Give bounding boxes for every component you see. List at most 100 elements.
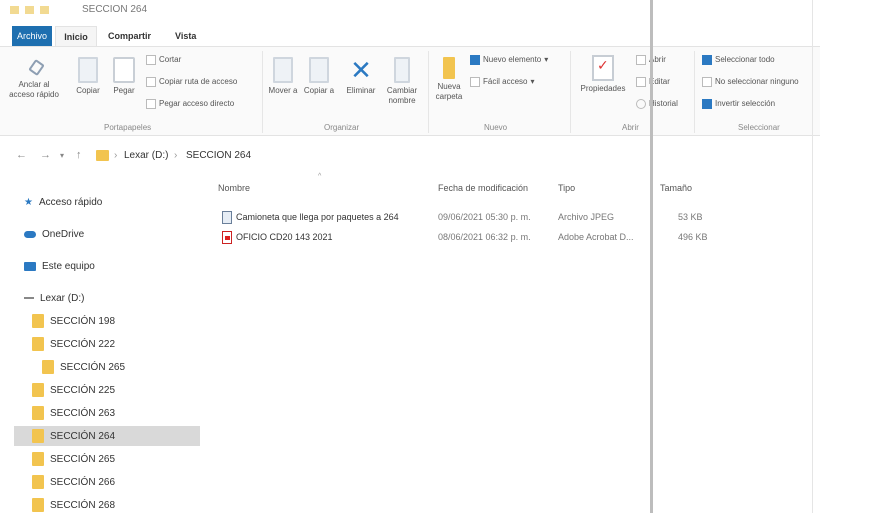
pin-icon bbox=[27, 61, 41, 77]
breadcrumb-drive[interactable]: Lexar (D:) bbox=[124, 150, 168, 161]
nav-onedrive-label: OneDrive bbox=[42, 228, 85, 240]
breadcrumb-separator: › bbox=[114, 150, 118, 161]
new-folder-icon bbox=[443, 57, 455, 79]
forward-arrow-icon[interactable]: → bbox=[40, 149, 51, 161]
paste-shortcut-button[interactable]: Pegar acceso directo bbox=[146, 99, 234, 109]
file-date: 08/06/2021 06:32 p. m. bbox=[438, 232, 531, 242]
new-folder-button[interactable]: Nueva carpeta bbox=[432, 57, 466, 102]
folder-icon bbox=[32, 452, 44, 466]
nav-folder-label: SECCIÓN 268 bbox=[50, 499, 116, 511]
rename-label: Cambiar nombre bbox=[386, 86, 418, 105]
select-none-button[interactable]: No seleccionar ninguno bbox=[702, 77, 799, 87]
nav-folder[interactable]: SECCIÓN 222 bbox=[32, 334, 115, 354]
nav-folder[interactable]: SECCIÓN 198 bbox=[32, 311, 115, 331]
open-group-label: Abrir bbox=[622, 123, 639, 132]
chevron-down-icon: ▾ bbox=[544, 55, 549, 64]
edit-icon bbox=[636, 77, 646, 87]
select-all-button[interactable]: Seleccionar todo bbox=[702, 55, 775, 65]
folder-icon bbox=[10, 6, 19, 14]
tab-file[interactable]: Archivo bbox=[12, 26, 52, 46]
select-none-icon bbox=[702, 77, 712, 87]
invert-selection-button[interactable]: Invertir selección bbox=[702, 99, 775, 109]
clipboard-icon bbox=[113, 57, 135, 83]
divider bbox=[262, 51, 263, 133]
new-item-label: Nuevo elemento bbox=[483, 55, 542, 64]
nav-quick-access[interactable]: ★ Acceso rápido bbox=[24, 192, 102, 212]
folder-icon bbox=[40, 6, 49, 14]
navigation-pane: ★ Acceso rápido OneDrive Este equipo Lex… bbox=[0, 180, 205, 513]
file-name: Camioneta que llega por paquetes a 264 bbox=[236, 212, 399, 222]
nav-this-pc-label: Este equipo bbox=[42, 260, 95, 272]
copy-label: Copiar bbox=[76, 86, 100, 95]
paste-button[interactable]: Pegar bbox=[108, 57, 140, 96]
copy-button[interactable]: Copiar bbox=[72, 57, 104, 96]
file-size: 496 KB bbox=[678, 232, 708, 242]
nav-folder[interactable]: SECCIÓN 265 bbox=[32, 449, 115, 469]
pdf-file-icon bbox=[222, 231, 232, 244]
path-icon bbox=[146, 77, 156, 87]
organize-group-label: Organizar bbox=[324, 123, 360, 132]
chevron-down-icon[interactable]: ▾ bbox=[60, 151, 64, 160]
new-folder-label: Nueva carpeta bbox=[435, 82, 463, 101]
tab-view[interactable]: Vista bbox=[175, 26, 196, 46]
folder-icon bbox=[32, 429, 44, 443]
properties-button[interactable]: Propiedades bbox=[572, 55, 634, 94]
image-file-icon bbox=[222, 211, 232, 224]
move-to-button[interactable]: Mover a bbox=[268, 57, 298, 96]
file-type: Archivo JPEG bbox=[558, 212, 615, 222]
select-all-label: Seleccionar todo bbox=[715, 55, 775, 64]
nav-this-pc[interactable]: Este equipo bbox=[24, 256, 95, 276]
paste-label: Pegar bbox=[113, 86, 135, 95]
nav-folder[interactable]: SECCIÓN 266 bbox=[32, 472, 115, 492]
file-row[interactable]: OFICIO CD20 143 2021 08/06/2021 06:32 p.… bbox=[218, 228, 708, 248]
column-header-type[interactable]: Tipo bbox=[558, 183, 575, 193]
tab-home[interactable]: Inicio bbox=[55, 26, 97, 46]
column-header-size[interactable]: Tamaño bbox=[660, 183, 692, 193]
title-bar: SECCION 264 bbox=[0, 0, 878, 22]
nav-folder[interactable]: SECCIÓN 263 bbox=[32, 403, 115, 423]
folder-icon bbox=[32, 498, 44, 512]
copy-path-button[interactable]: Copiar ruta de acceso bbox=[146, 77, 237, 87]
pin-quick-access-button[interactable]: Anclar al acceso rápido bbox=[6, 61, 62, 100]
nav-folder[interactable]: SECCIÓN 265 bbox=[42, 357, 125, 377]
delete-button[interactable]: ✕ Eliminar bbox=[340, 57, 382, 96]
cut-button[interactable]: Cortar bbox=[146, 55, 181, 65]
quick-access-toolbar bbox=[10, 6, 49, 14]
nav-folder-label: SECCIÓN 222 bbox=[50, 338, 116, 350]
nav-folder-selected[interactable]: SECCIÓN 264 bbox=[14, 426, 200, 446]
nav-folder[interactable]: SECCIÓN 225 bbox=[32, 380, 115, 400]
history-button[interactable]: Historial bbox=[636, 99, 678, 109]
up-arrow-icon[interactable]: ↑ bbox=[76, 149, 82, 161]
clipboard-group-label: Portapapeles bbox=[104, 123, 152, 132]
tab-share[interactable]: Compartir bbox=[108, 26, 151, 46]
folder-icon bbox=[32, 406, 44, 420]
file-type: Adobe Acrobat D... bbox=[558, 232, 634, 242]
computer-icon bbox=[24, 261, 36, 271]
shortcut-icon bbox=[146, 99, 156, 109]
file-row[interactable]: Camioneta que llega por paquetes a 264 0… bbox=[218, 208, 703, 228]
easy-access-label: Fácil acceso bbox=[483, 77, 528, 86]
new-item-button[interactable]: Nuevo elemento ▾ bbox=[470, 55, 548, 65]
easy-access-button[interactable]: Fácil acceso ▾ bbox=[470, 77, 534, 87]
folder-icon bbox=[32, 475, 44, 489]
properties-label: Propiedades bbox=[580, 84, 626, 93]
nav-drive[interactable]: Lexar (D:) bbox=[24, 288, 84, 308]
select-group-label: Seleccionar bbox=[738, 123, 780, 132]
nav-drive-label: Lexar (D:) bbox=[40, 292, 85, 304]
column-header-name[interactable]: Nombre bbox=[218, 183, 250, 193]
file-list: ^ Nombre Fecha de modificación Tipo Tama… bbox=[210, 170, 708, 513]
column-header-date[interactable]: Fecha de modificación bbox=[438, 183, 528, 193]
copy-to-button[interactable]: Copiar a bbox=[302, 57, 336, 96]
cloud-icon bbox=[24, 230, 36, 238]
nav-onedrive[interactable]: OneDrive bbox=[24, 224, 84, 244]
rename-button[interactable]: Cambiar nombre bbox=[384, 57, 420, 106]
scissors-icon bbox=[146, 55, 156, 65]
back-arrow-icon[interactable]: ← bbox=[16, 149, 27, 161]
window-title: SECCION 264 bbox=[82, 4, 148, 15]
folder-icon bbox=[42, 360, 54, 374]
breadcrumb-folder[interactable]: SECCION 264 bbox=[186, 150, 251, 161]
new-group-label: Nuevo bbox=[484, 123, 508, 132]
copy-to-label: Copiar a bbox=[303, 86, 335, 95]
nav-folder[interactable]: SECCIÓN 268 bbox=[32, 495, 115, 513]
delete-icon: ✕ bbox=[350, 55, 372, 85]
